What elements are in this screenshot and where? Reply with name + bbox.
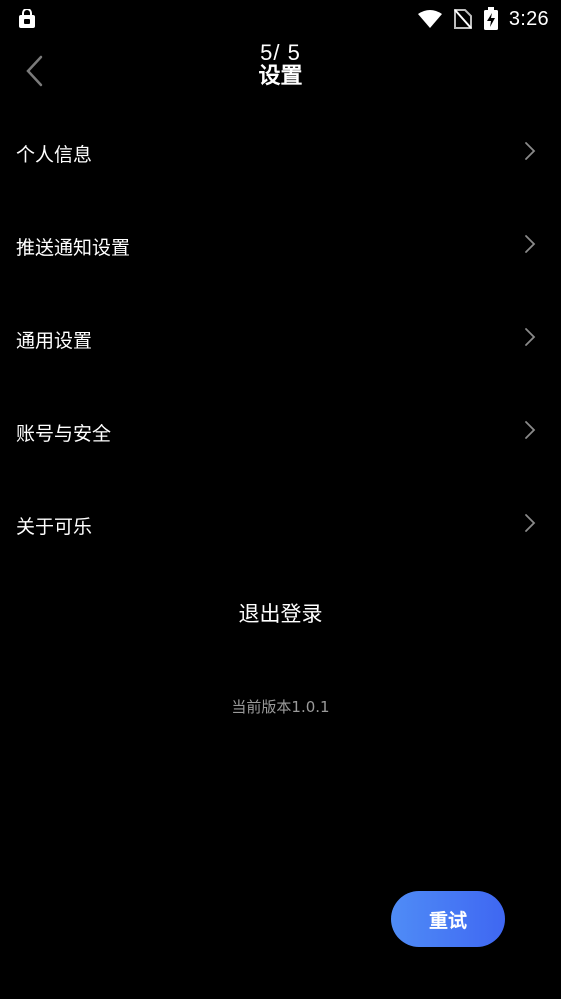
status-bar: 3:26 [0, 0, 561, 38]
status-icons: 3:26 [417, 6, 549, 32]
status-time: 3:26 [508, 7, 549, 30]
menu-item-label: 推送通知设置 [16, 237, 131, 259]
menu-item-general-settings[interactable]: 通用设置 [0, 292, 561, 385]
menu-item-push-notification[interactable]: 推送通知设置 [0, 199, 561, 292]
menu-item-account-security[interactable]: 账号与安全 [0, 385, 561, 478]
chevron-right-icon [525, 514, 536, 532]
no-signal-icon [453, 9, 472, 29]
menu-item-label: 通用设置 [16, 330, 93, 352]
menu-item-label: 个人信息 [16, 144, 93, 166]
menu-item-about[interactable]: 关于可乐 [0, 478, 561, 571]
battery-charging-icon [483, 7, 498, 30]
chevron-right-icon [525, 235, 536, 253]
retry-button[interactable]: 重试 [391, 891, 505, 947]
menu-item-label: 账号与安全 [16, 423, 112, 445]
chevron-right-icon [525, 421, 536, 439]
logout-button[interactable]: 退出登录 [0, 598, 561, 628]
version-text: 当前版本1.0.1 [231, 698, 330, 716]
wifi-icon [417, 10, 442, 28]
settings-menu: 个人信息 推送通知设置 通用设置 账号与安全 关于可乐 [0, 106, 561, 571]
menu-item-personal-info[interactable]: 个人信息 [0, 106, 561, 199]
lock-badge-icon [19, 9, 35, 28]
chevron-right-icon [525, 328, 536, 346]
menu-item-label: 关于可乐 [16, 516, 93, 538]
chevron-right-icon [525, 142, 536, 160]
page-title: 设置 [258, 64, 303, 89]
header: 5/ 5 设置 [0, 38, 561, 106]
